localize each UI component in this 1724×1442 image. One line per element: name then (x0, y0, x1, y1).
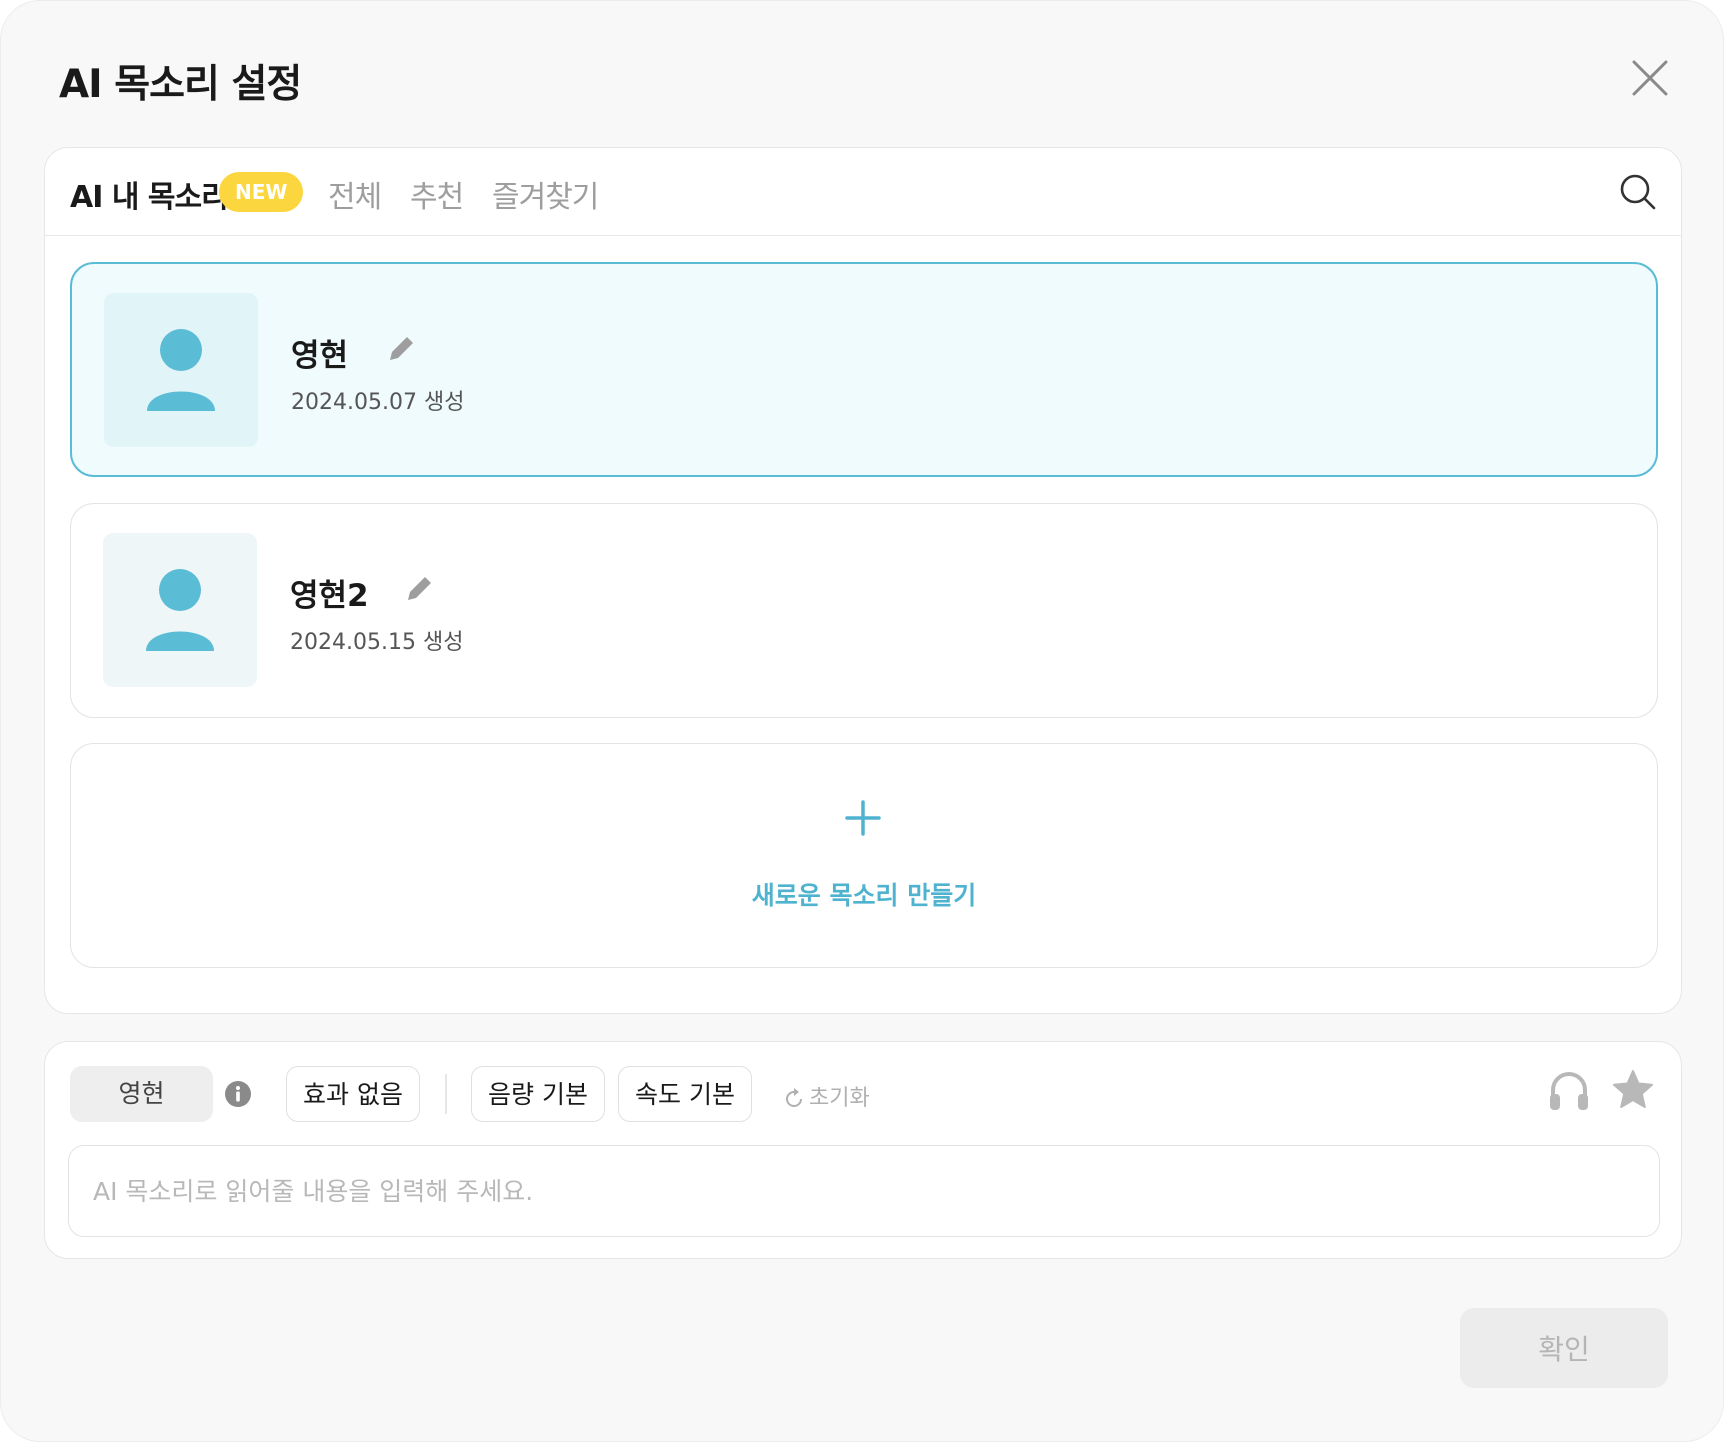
create-voice-button[interactable]: 새로운 목소리 만들기 (70, 743, 1658, 968)
reset-label: 초기화 (809, 1086, 870, 1111)
headphones-icon[interactable] (1547, 1068, 1591, 1112)
pencil-icon[interactable] (404, 572, 436, 604)
voice-card[interactable]: 영현2 2024.05.15 생성 (70, 503, 1658, 718)
refresh-icon (786, 1088, 802, 1107)
voice-controls-panel: 영현 효과 없음 음량 기본 속도 기본 초기화 (44, 1041, 1682, 1259)
voice-created-date: 2024.05.07 생성 (291, 390, 465, 415)
voice-settings-dialog: AI 목소리 설정 AI 내 목소리 NEW 전체 추천 즐겨찾기 영현 202… (0, 0, 1724, 1442)
voice-created-date: 2024.05.15 생성 (290, 630, 464, 655)
tts-text-input[interactable] (68, 1145, 1660, 1237)
tab-favorites[interactable]: 즐겨찾기 (492, 172, 599, 216)
user-icon (147, 329, 215, 411)
info-icon[interactable] (224, 1080, 252, 1108)
plus-icon (845, 800, 881, 836)
voice-name: 영현2 (290, 578, 369, 614)
new-badge: NEW (219, 172, 304, 212)
divider (445, 1074, 447, 1114)
create-voice-label: 새로운 목소리 만들기 (751, 881, 977, 910)
volume-button[interactable]: 음량 기본 (471, 1066, 605, 1122)
voice-name: 영현 (291, 338, 349, 374)
star-icon[interactable] (1611, 1068, 1655, 1112)
search-icon[interactable] (1619, 173, 1657, 211)
avatar (104, 293, 258, 447)
voice-card[interactable]: 영현 2024.05.07 생성 (70, 262, 1658, 477)
tab-all[interactable]: 전체 (328, 172, 382, 216)
pencil-icon[interactable] (386, 332, 418, 364)
avatar (103, 533, 257, 687)
tab-my-voice[interactable]: AI 내 목소리 (70, 172, 229, 216)
effect-button[interactable]: 효과 없음 (286, 1066, 420, 1122)
user-icon (146, 569, 214, 651)
close-icon[interactable] (1625, 53, 1675, 103)
selected-voice-chip[interactable]: 영현 (70, 1066, 213, 1122)
voice-list-panel: AI 내 목소리 NEW 전체 추천 즐겨찾기 영현 2024.05.07 생성 (44, 147, 1682, 1014)
reset-button[interactable]: 초기화 (783, 1080, 870, 1112)
confirm-button[interactable]: 확인 (1460, 1308, 1668, 1388)
dialog-title: AI 목소리 설정 (59, 62, 302, 107)
tab-bar: AI 내 목소리 NEW 전체 추천 즐겨찾기 (45, 148, 1681, 236)
speed-button[interactable]: 속도 기본 (618, 1066, 752, 1122)
tab-recommended[interactable]: 추천 (410, 172, 464, 216)
